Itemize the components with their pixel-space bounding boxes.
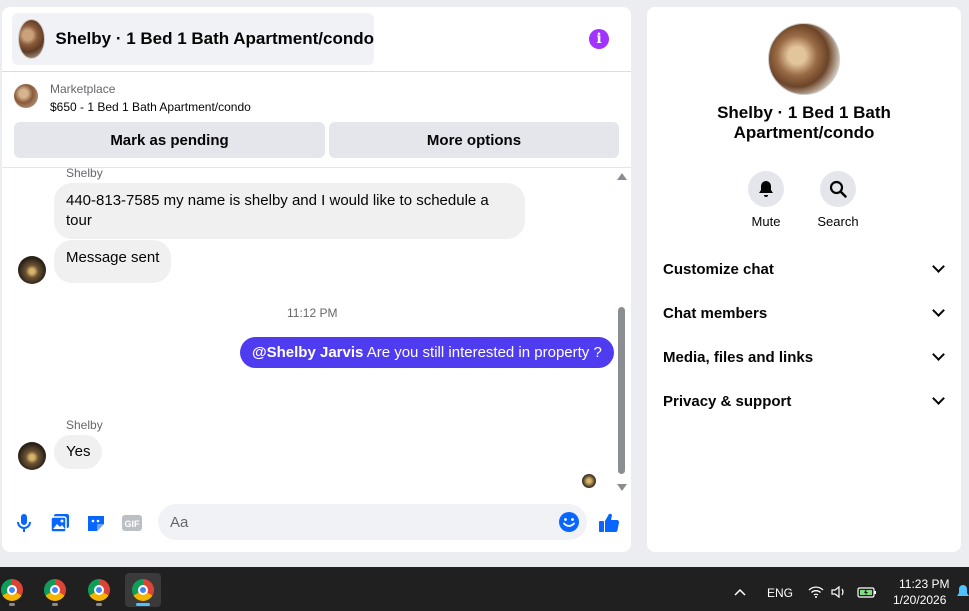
mute-label: Mute <box>751 214 781 229</box>
chrome-icon <box>88 579 110 601</box>
clock-date[interactable]: 1/20/2026 <box>893 593 946 607</box>
row-label: Customize chat <box>663 260 774 278</box>
sticker-icon[interactable] <box>85 512 107 534</box>
chat-panel: Shelby · 1 Bed 1 Bath Apartment/condo i … <box>2 7 631 552</box>
media-files-links-row[interactable]: Media, files and links <box>663 345 947 369</box>
scroll-down-arrow-icon[interactable] <box>617 484 627 491</box>
scrollbar[interactable] <box>616 171 628 491</box>
language-indicator[interactable]: ENG <box>767 586 793 600</box>
listing-avatar <box>18 19 46 59</box>
row-label: Privacy & support <box>663 392 792 410</box>
taskbar-chrome-app[interactable] <box>37 573 73 607</box>
row-label: Media, files and links <box>663 348 814 366</box>
gif-icon[interactable]: GIF <box>121 512 143 534</box>
listing-thumbnail[interactable] <box>14 84 38 108</box>
chat-members-row[interactable]: Chat members <box>663 301 947 325</box>
message-bubble-incoming[interactable]: 440-813-7585 my name is shelby and I wou… <box>54 183 525 239</box>
info-icon[interactable]: i <box>589 29 609 49</box>
message-text: Are you still interested in property ? <box>363 344 602 361</box>
search-label: Search <box>817 214 859 229</box>
sender-name: Shelby <box>66 166 103 180</box>
marketplace-label: Marketplace <box>50 82 116 96</box>
notification-bell-icon[interactable] <box>955 584 969 600</box>
sender-name: Shelby <box>66 418 103 432</box>
message-bubble-outgoing[interactable]: @Shelby Jarvis Are you still interested … <box>240 337 614 368</box>
chrome-icon <box>132 579 154 601</box>
message-bubble-incoming[interactable]: Message sent <box>54 240 172 283</box>
more-options-button[interactable]: More options <box>329 122 619 158</box>
taskbar-chrome-app[interactable] <box>0 573 30 607</box>
scroll-up-arrow-icon[interactable] <box>617 173 627 180</box>
row-label: Chat members <box>663 304 768 322</box>
thumbs-up-icon[interactable] <box>596 510 622 536</box>
scroll-thumb[interactable] <box>618 307 625 474</box>
conversation-info-panel: Shelby · 1 Bed 1 Bath Apartment/condo Mu… <box>647 7 961 552</box>
chevron-down-icon <box>932 304 945 317</box>
mention[interactable]: @Shelby Jarvis <box>252 344 363 361</box>
emoji-icon[interactable] <box>558 511 580 533</box>
taskbar-chrome-app[interactable] <box>81 573 117 607</box>
info-title: Shelby · 1 Bed 1 Bath Apartment/condo <box>717 103 891 142</box>
battery-icon[interactable] <box>857 584 877 600</box>
wifi-icon[interactable] <box>808 584 824 600</box>
chevron-down-icon <box>932 348 945 361</box>
search-button[interactable]: Search <box>808 171 868 229</box>
chat-header[interactable]: Shelby · 1 Bed 1 Bath Apartment/condo <box>12 13 374 65</box>
chrome-icon <box>44 579 66 601</box>
mute-button[interactable]: Mute <box>736 171 796 229</box>
message-bubble-incoming[interactable]: Yes <box>54 435 103 469</box>
seen-indicator-avatar <box>582 474 596 488</box>
listing-avatar-large[interactable] <box>768 23 840 95</box>
avatar[interactable] <box>18 442 46 470</box>
clock-time[interactable]: 11:23 PM <box>899 577 949 591</box>
mark-as-pending-button[interactable]: Mark as pending <box>14 122 325 158</box>
chat-title: Shelby · 1 Bed 1 Bath Apartment/condo <box>55 29 374 48</box>
avatar[interactable] <box>18 256 46 284</box>
divider <box>2 71 631 72</box>
chevron-down-icon <box>932 260 945 273</box>
privacy-support-row[interactable]: Privacy & support <box>663 389 947 413</box>
listing-price-title[interactable]: $650 - 1 Bed 1 Bath Apartment/condo <box>50 100 251 114</box>
taskbar-chrome-app-active[interactable] <box>125 573 161 607</box>
show-hidden-icons-chevron-up-icon[interactable] <box>732 584 748 600</box>
volume-icon[interactable] <box>831 584 847 600</box>
svg-text:GIF: GIF <box>125 519 141 529</box>
photo-icon[interactable] <box>49 512 71 534</box>
chrome-icon <box>1 579 23 601</box>
bell-icon[interactable] <box>748 171 784 207</box>
microphone-icon[interactable] <box>13 512 35 534</box>
message-timestamp: 11:12 PM <box>287 306 338 320</box>
message-input[interactable] <box>158 504 587 540</box>
chevron-down-icon <box>932 392 945 405</box>
search-icon[interactable] <box>820 171 856 207</box>
customize-chat-row[interactable]: Customize chat <box>663 257 947 281</box>
